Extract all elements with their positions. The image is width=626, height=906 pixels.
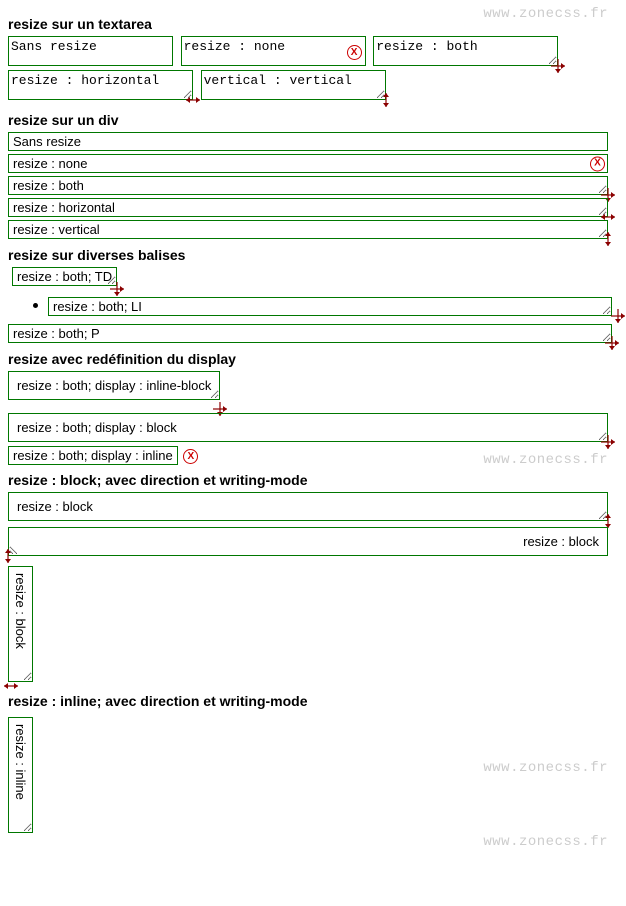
textarea-row: X	[8, 36, 618, 104]
div-resize-both[interactable]: resize : both	[8, 176, 608, 195]
heading-textarea: resize sur un textarea	[8, 16, 618, 32]
inline-vertical-writing[interactable]: resize : inline	[8, 717, 33, 833]
heading-misc: resize sur diverses balises	[8, 247, 618, 263]
no-resize-icon: X	[590, 156, 605, 171]
span-display-block[interactable]: resize : both; display : block	[8, 413, 608, 442]
heading-div: resize sur un div	[8, 112, 618, 128]
div-resize-none: resize : none	[8, 154, 608, 173]
td-resize-both[interactable]: resize : both; TD	[12, 267, 117, 286]
div-resize-vertical[interactable]: resize : vertical	[8, 220, 608, 239]
heading-block-direction: resize : block; avec direction et writin…	[8, 472, 618, 488]
block-rtl[interactable]: resize : block	[8, 527, 608, 556]
li-resize-both[interactable]: resize : both; LI	[48, 297, 612, 316]
textarea-resize-horizontal[interactable]	[8, 70, 193, 100]
textarea-resize-both[interactable]	[373, 36, 558, 66]
block-ltr[interactable]: resize : block	[8, 492, 608, 521]
span-display-inline: resize : both; display : inline	[8, 446, 178, 465]
span-display-inline-block[interactable]: resize : both; display : inline-block	[8, 371, 220, 400]
heading-display: resize avec redéfinition du display	[8, 351, 618, 367]
div-resize-horizontal[interactable]: resize : horizontal	[8, 198, 608, 217]
bullet-icon	[33, 303, 38, 308]
block-vertical-writing[interactable]: resize : block	[8, 566, 33, 682]
textarea-sans-resize[interactable]	[8, 36, 173, 66]
no-resize-icon: X	[183, 449, 198, 464]
heading-inline-direction: resize : inline; avec direction et writi…	[8, 693, 618, 709]
div-sans-resize: Sans resize	[8, 132, 608, 151]
inline-vertical-label: resize : inline	[13, 724, 28, 800]
no-resize-icon: X	[347, 45, 362, 60]
watermark: www.zonecss.fr	[483, 760, 608, 776]
block-vertical-label: resize : block	[13, 573, 28, 649]
textarea-resize-vertical[interactable]	[201, 70, 386, 100]
p-resize-both[interactable]: resize : both; P	[8, 324, 612, 343]
watermark: www.zonecss.fr	[483, 834, 608, 850]
textarea-resize-none[interactable]	[181, 36, 366, 66]
